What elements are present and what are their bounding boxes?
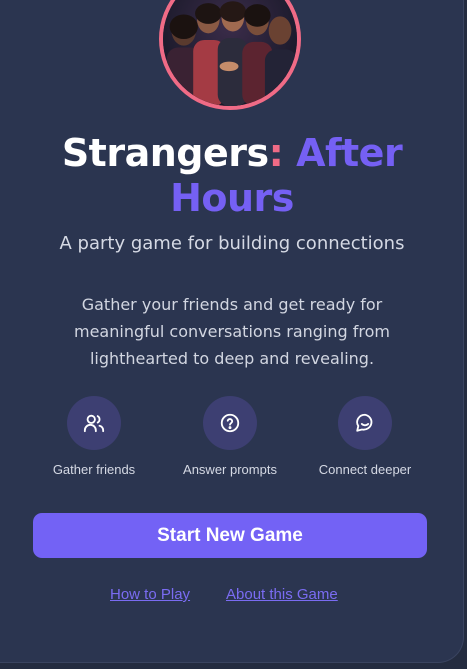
intro-card: Strangers: After Hours A party game for … [0, 0, 464, 663]
feature-label: Gather friends [52, 462, 136, 477]
feature-gather-friends: Gather friends [29, 396, 159, 477]
how-to-play-link[interactable]: How to Play [110, 586, 190, 603]
users-icon [83, 414, 105, 433]
feature-connect-deeper: Connect deeper [300, 396, 430, 477]
question-circle-icon [220, 413, 240, 433]
feature-icon-circle [67, 396, 121, 450]
feature-icon-circle [338, 396, 392, 450]
feature-answer-prompts: Answer prompts [165, 396, 295, 477]
start-new-game-button[interactable]: Start New Game [33, 513, 427, 558]
about-game-link[interactable]: About this Game [226, 586, 338, 603]
tagline: A party game for building connections [59, 233, 405, 254]
feature-icon-circle [203, 396, 257, 450]
title-colon: : [268, 131, 284, 175]
feature-label: Connect deeper [318, 462, 412, 477]
group-photo-image [163, 0, 297, 106]
game-title: Strangers: After Hours [0, 131, 464, 221]
chat-bubble-icon [356, 413, 373, 432]
feature-label: Answer prompts [183, 462, 277, 477]
hero-group-photo [159, 0, 301, 110]
game-description: Gather your friends and get ready for me… [74, 295, 390, 368]
title-part1: Strangers [61, 131, 269, 175]
